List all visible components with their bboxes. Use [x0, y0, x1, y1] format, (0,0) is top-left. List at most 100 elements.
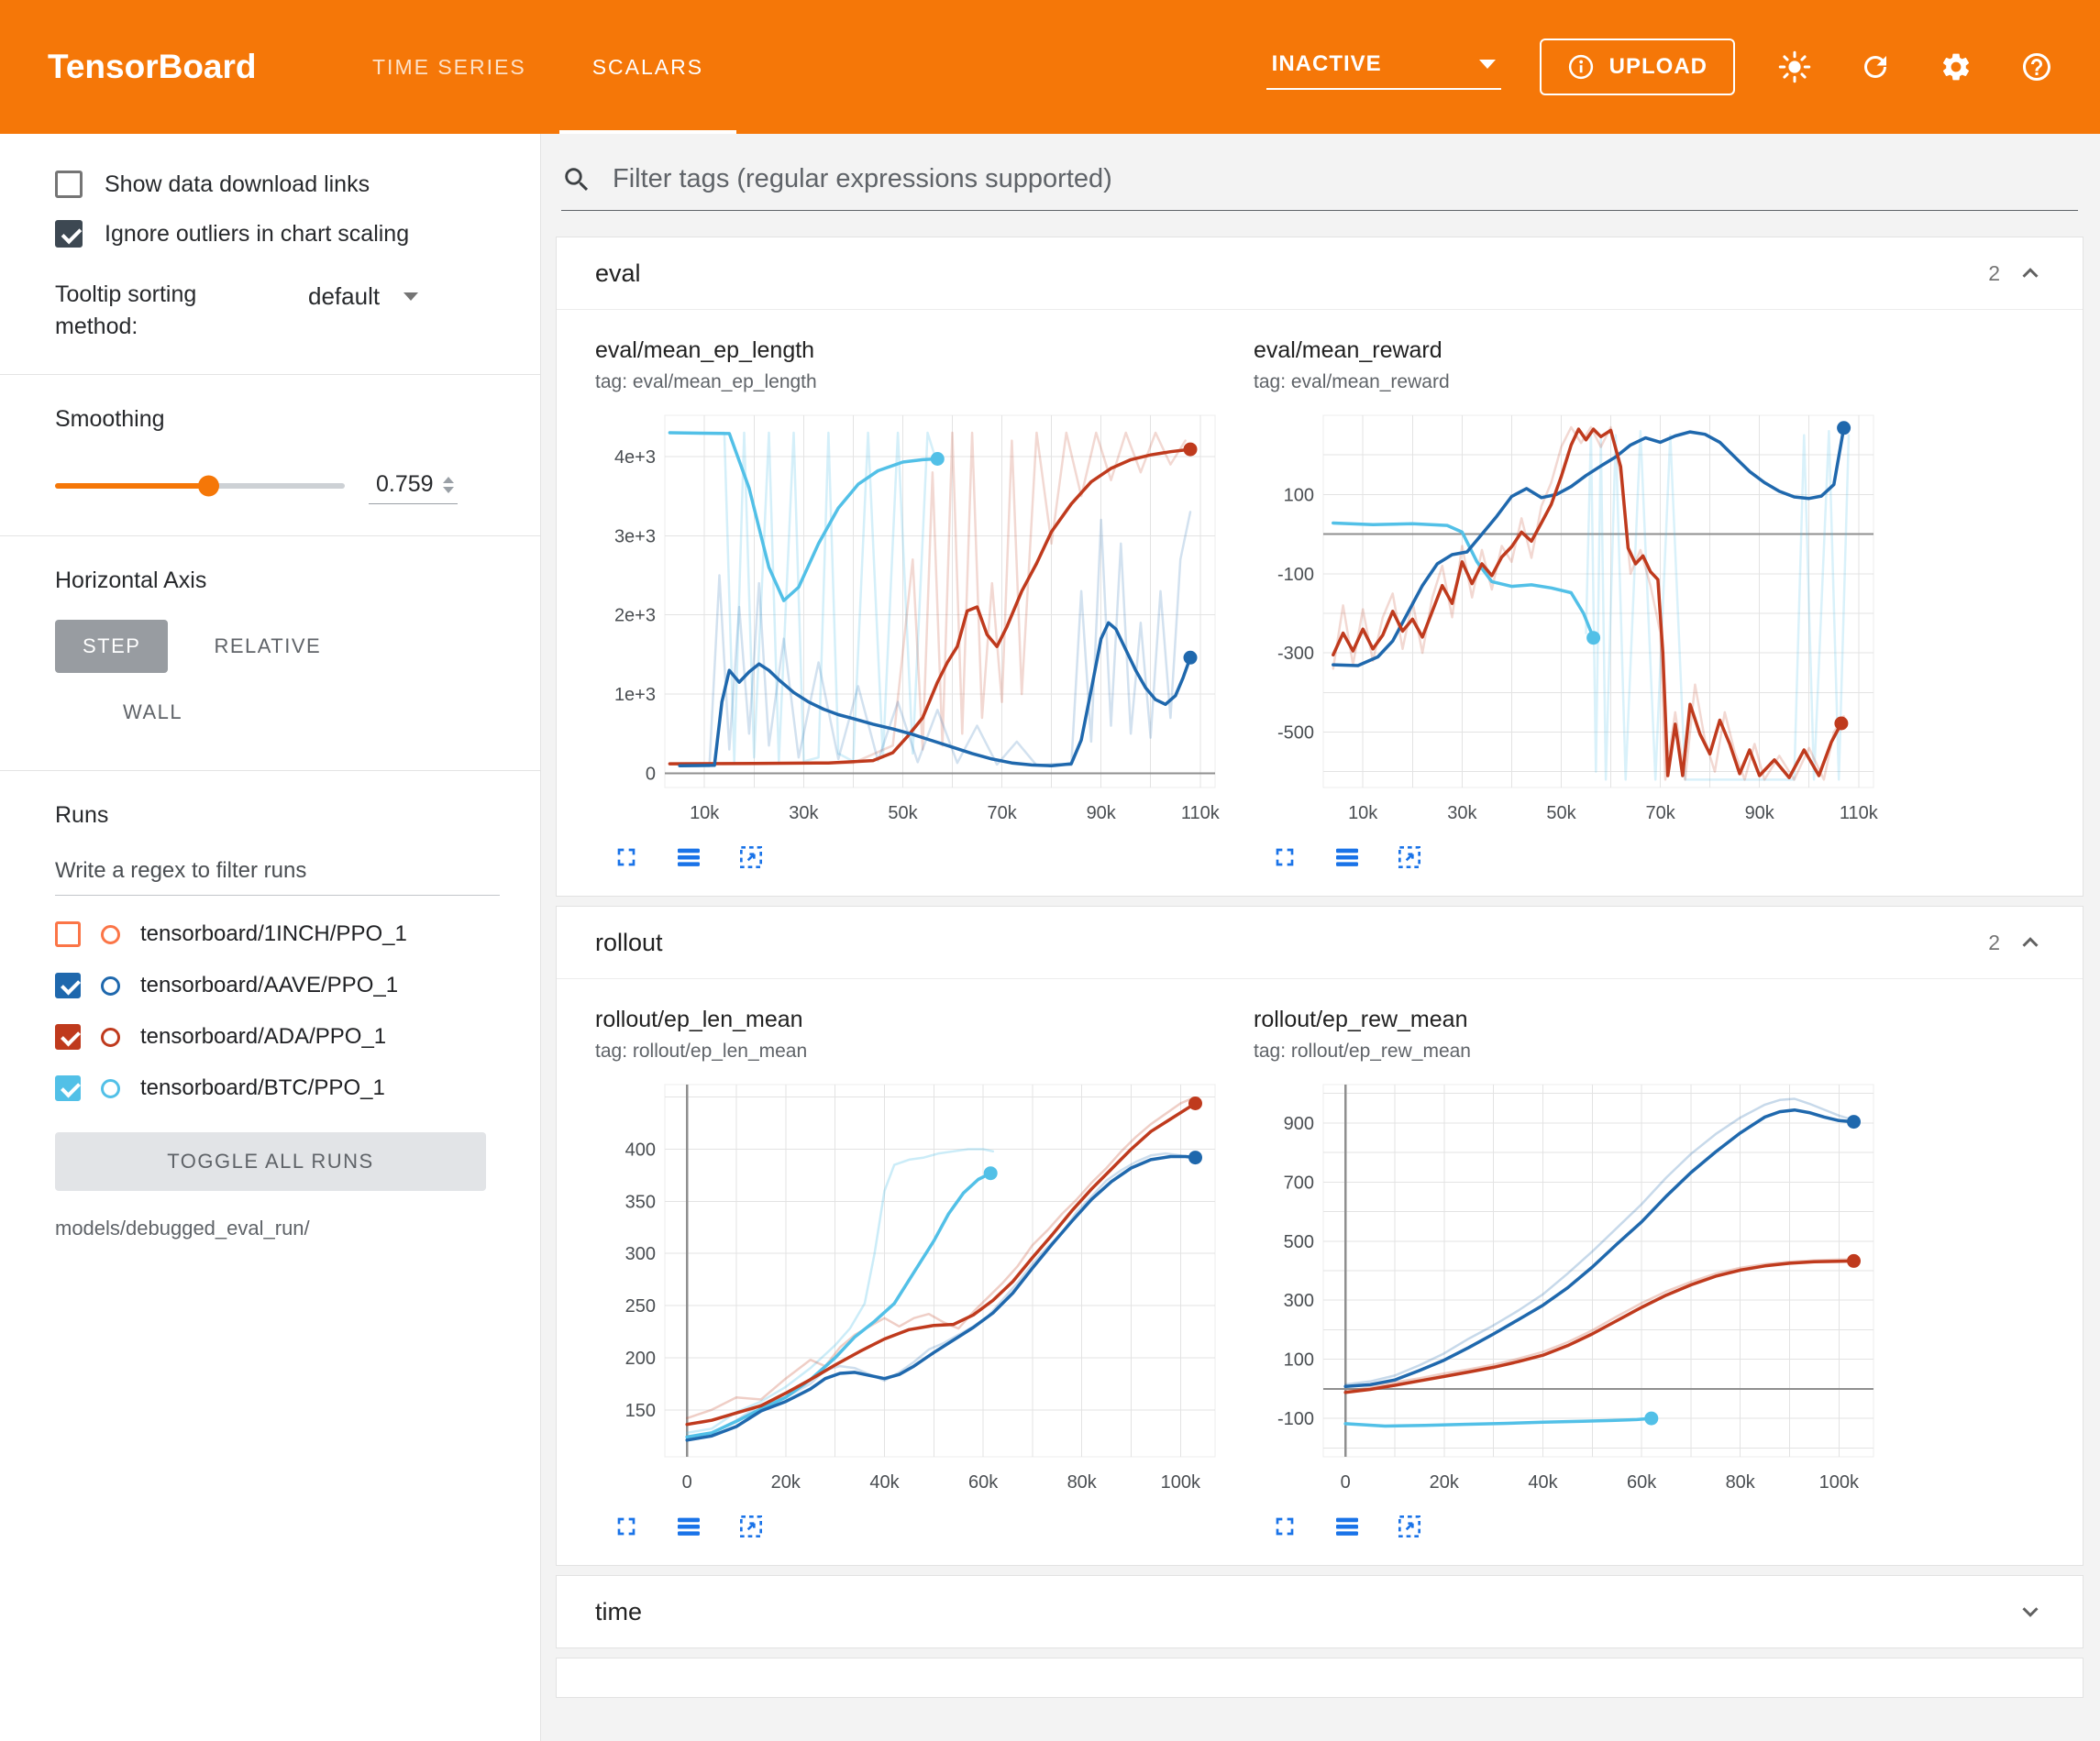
chart-title: rollout/ep_len_mean [595, 1007, 1230, 1033]
svg-text:50k: 50k [888, 803, 918, 823]
chevron-down-icon [1479, 60, 1496, 69]
show-download-links-checkbox[interactable] [55, 171, 83, 198]
ignore-outliers-row: Ignore outliers in chart scaling [55, 220, 500, 248]
refresh-icon[interactable] [1854, 46, 1896, 88]
fit-domain-icon[interactable] [1393, 841, 1426, 874]
run-color-ring [101, 1079, 120, 1098]
tooltip-sorting-dropdown[interactable]: default [308, 279, 418, 311]
theme-brightness-icon[interactable] [1774, 46, 1816, 88]
chart-widget-rollout-ep-len-mean: rollout/ep_len_mean tag: rollout/ep_len_… [595, 1007, 1230, 1543]
runs-filter-input[interactable] [55, 849, 500, 896]
expand-chart-icon[interactable] [1268, 1510, 1301, 1543]
show-download-links-row: Show data download links [55, 171, 500, 198]
expand-chart-icon[interactable] [610, 841, 643, 874]
svg-text:0: 0 [1341, 1472, 1351, 1493]
chevron-down-icon[interactable] [2017, 1598, 2044, 1625]
header-controls: INACTIVE UPLOAD [1266, 0, 2100, 134]
spinner-down-icon[interactable] [443, 487, 454, 493]
tensorboard-app: TensorBoard TIME SERIES SCALARS INACTIVE… [0, 0, 2100, 1741]
svg-text:350: 350 [625, 1192, 656, 1212]
run-checkbox[interactable] [55, 921, 81, 947]
expand-chart-icon[interactable] [610, 1510, 643, 1543]
run-checkbox[interactable] [55, 973, 81, 998]
tag-filter-input[interactable] [611, 163, 2078, 195]
run-color-ring [101, 925, 120, 944]
run-item-1inch: tensorboard/1INCH/PPO_1 [55, 921, 500, 947]
view-data-icon[interactable] [1331, 1510, 1364, 1543]
main-tabs: TIME SERIES SCALARS [339, 0, 736, 134]
run-item-btc: tensorboard/BTC/PPO_1 [55, 1075, 500, 1101]
scalars-dashboard: eval 2 eval/mean_ep_length tag: eval/mea… [541, 134, 2100, 1741]
axis-step-button[interactable]: STEP [55, 620, 168, 673]
horizontal-axis-buttons: STEP RELATIVE WALL [55, 620, 449, 739]
spinner-up-icon[interactable] [443, 477, 454, 483]
fit-domain-icon[interactable] [735, 841, 768, 874]
chart-tag: tag: eval/mean_reward [1254, 371, 1888, 393]
run-label: tensorboard/1INCH/PPO_1 [140, 921, 407, 947]
svg-text:30k: 30k [789, 803, 819, 823]
expand-chart-icon[interactable] [1268, 841, 1301, 874]
svg-text:700: 700 [1284, 1173, 1314, 1193]
axis-relative-button[interactable]: RELATIVE [186, 620, 348, 673]
run-checkbox[interactable] [55, 1075, 81, 1101]
tab-scalars[interactable]: SCALARS [559, 0, 736, 134]
axis-wall-button[interactable]: WALL [95, 686, 210, 739]
chart-title: eval/mean_ep_length [595, 337, 1230, 364]
settings-gear-icon[interactable] [1935, 46, 1977, 88]
fit-domain-icon[interactable] [735, 1510, 768, 1543]
help-icon[interactable] [2016, 46, 2058, 88]
section-card-time: time [556, 1575, 2083, 1648]
tab-time-series[interactable]: TIME SERIES [339, 0, 559, 134]
line-chart[interactable]: 020k40k60k80k100k150200250300350400 [595, 1072, 1228, 1503]
svg-text:80k: 80k [1726, 1472, 1756, 1493]
tooltip-sorting-value: default [308, 282, 380, 311]
horizontal-axis-label: Horizontal Axis [55, 567, 500, 594]
svg-text:900: 900 [1284, 1114, 1314, 1134]
section-chart-count: 2 [1988, 931, 2000, 955]
section-header-time[interactable]: time [557, 1576, 2083, 1647]
runs-label: Runs [55, 802, 500, 829]
app-header: TensorBoard TIME SERIES SCALARS INACTIVE… [0, 0, 2100, 134]
view-data-icon[interactable] [672, 1510, 705, 1543]
svg-text:3e+3: 3e+3 [614, 526, 656, 546]
toggle-all-runs-button[interactable]: TOGGLE ALL RUNS [55, 1132, 486, 1191]
line-chart[interactable]: 10k30k50k70k90k110k01e+32e+33e+34e+3 [595, 402, 1228, 833]
svg-text:40k: 40k [869, 1472, 900, 1493]
status-dropdown[interactable]: INACTIVE [1266, 44, 1501, 90]
ignore-outliers-label: Ignore outliers in chart scaling [105, 221, 409, 248]
svg-text:60k: 60k [1627, 1472, 1657, 1493]
ignore-outliers-checkbox[interactable] [55, 220, 83, 248]
svg-text:60k: 60k [968, 1472, 999, 1493]
smoothing-value-field[interactable]: 0.759 [369, 468, 458, 504]
section-header-eval[interactable]: eval 2 [557, 237, 2083, 309]
upload-button[interactable]: UPLOAD [1540, 39, 1735, 95]
show-download-links-label: Show data download links [105, 171, 370, 198]
chart-toolbar [1268, 841, 1888, 874]
upload-button-label: UPLOAD [1609, 54, 1708, 80]
smoothing-value: 0.759 [376, 471, 434, 498]
run-color-ring [101, 1028, 120, 1047]
svg-text:400: 400 [625, 1140, 656, 1161]
slider-knob[interactable] [198, 476, 219, 497]
svg-text:4e+3: 4e+3 [614, 447, 656, 468]
smoothing-slider[interactable] [55, 483, 345, 489]
svg-text:70k: 70k [1645, 803, 1675, 823]
line-chart[interactable]: 020k40k60k80k100k-100100300500700900 [1254, 1072, 1886, 1503]
svg-text:0: 0 [682, 1472, 692, 1493]
view-data-icon[interactable] [1331, 841, 1364, 874]
chevron-up-icon[interactable] [2017, 929, 2044, 956]
fit-domain-icon[interactable] [1393, 1510, 1426, 1543]
svg-text:30k: 30k [1447, 803, 1477, 823]
run-checkbox[interactable] [55, 1024, 81, 1050]
view-data-icon[interactable] [672, 841, 705, 874]
svg-text:10k: 10k [1348, 803, 1378, 823]
line-chart[interactable]: 10k30k50k70k90k110k100-100-300-500 [1254, 402, 1886, 833]
chart-tag: tag: rollout/ep_len_mean [595, 1041, 1230, 1063]
svg-text:50k: 50k [1546, 803, 1576, 823]
chevron-up-icon[interactable] [2017, 259, 2044, 287]
chart-toolbar [1268, 1510, 1888, 1543]
section-title: eval [595, 259, 641, 288]
section-header-rollout[interactable]: rollout 2 [557, 907, 2083, 978]
svg-text:1e+3: 1e+3 [614, 685, 656, 705]
info-icon [1567, 53, 1595, 81]
